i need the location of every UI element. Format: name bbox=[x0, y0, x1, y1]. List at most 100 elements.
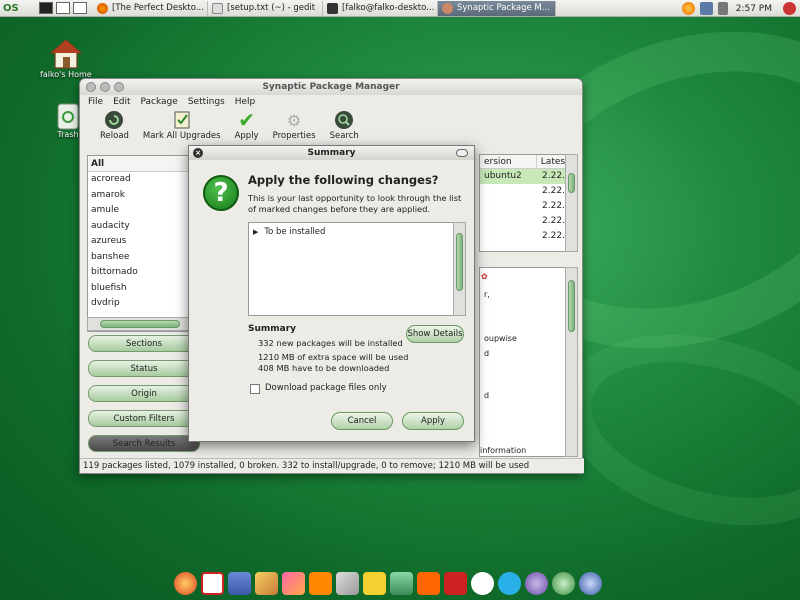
expand-arrow-icon[interactable]: ▶ bbox=[253, 228, 258, 236]
table-row[interactable]: 2.22.3 bbox=[480, 214, 576, 229]
gmail-icon[interactable] bbox=[201, 571, 224, 595]
apply-button[interactable]: Apply bbox=[402, 412, 464, 430]
taskbar-item-gedit[interactable]: [setup.txt (~) - gedit bbox=[208, 0, 323, 16]
tree-row-to-be-installed[interactable]: ▶ To be installed bbox=[253, 227, 325, 237]
bag-icon[interactable] bbox=[363, 571, 386, 595]
clock[interactable]: 2:57 PM bbox=[736, 4, 772, 14]
properties-button[interactable]: ⚙ Properties bbox=[273, 109, 316, 142]
firefox-icon[interactable] bbox=[174, 571, 197, 595]
power-icon[interactable] bbox=[783, 2, 796, 15]
chat-icon[interactable] bbox=[471, 571, 494, 595]
rss-icon[interactable] bbox=[309, 571, 332, 595]
version-cell: ubuntu2 bbox=[484, 171, 522, 181]
scroll-thumb[interactable] bbox=[568, 173, 575, 193]
summary-dialog: × Summary ? Apply the following changes?… bbox=[188, 145, 475, 442]
custom-filters-button[interactable]: Custom Filters bbox=[88, 410, 200, 427]
list-item[interactable]: audacity bbox=[88, 219, 199, 235]
description-text: oupwise bbox=[484, 334, 517, 343]
sections-button[interactable]: Sections bbox=[88, 335, 200, 352]
description-vertical-scrollbar[interactable] bbox=[565, 267, 578, 457]
list-item[interactable]: bluefish bbox=[88, 281, 199, 297]
youtube-icon[interactable] bbox=[444, 571, 467, 595]
changes-tree: ▶ To be installed bbox=[248, 222, 466, 316]
window-title: Synaptic Package Manager bbox=[262, 82, 400, 92]
horizontal-scrollbar[interactable] bbox=[87, 317, 200, 331]
show-desktop-icon[interactable] bbox=[56, 2, 70, 14]
list-item[interactable]: bittornado bbox=[88, 265, 199, 281]
blogger-icon[interactable] bbox=[417, 571, 440, 595]
scroll-thumb[interactable] bbox=[568, 280, 575, 332]
update-notifier-icon[interactable] bbox=[681, 2, 695, 15]
column-version[interactable]: ersion bbox=[480, 155, 537, 168]
paint-icon[interactable] bbox=[255, 571, 278, 595]
scroll-thumb[interactable] bbox=[100, 320, 180, 328]
cancel-button[interactable]: Cancel bbox=[331, 412, 393, 430]
list-item[interactable]: banshee bbox=[88, 250, 199, 266]
list-item[interactable]: amarok bbox=[88, 188, 199, 204]
list-item[interactable]: azureus bbox=[88, 234, 199, 250]
table-row[interactable]: 2.22.3 bbox=[480, 184, 576, 199]
photos-icon[interactable] bbox=[390, 571, 413, 595]
download-only-checkbox[interactable] bbox=[250, 384, 260, 394]
search-button[interactable]: Search bbox=[330, 109, 359, 141]
dialog-title: Summary bbox=[307, 148, 356, 158]
workspace-icon[interactable] bbox=[73, 2, 87, 14]
table-row[interactable]: 2.22.3 bbox=[480, 199, 576, 214]
checkmark-icon: ✔ bbox=[238, 108, 255, 132]
status-button[interactable]: Status bbox=[88, 360, 200, 377]
menu-edit[interactable]: Edit bbox=[113, 97, 130, 107]
close-icon[interactable] bbox=[86, 82, 96, 92]
apply-toolbar-button[interactable]: ✔ Apply bbox=[235, 108, 259, 141]
reload-icon bbox=[102, 109, 126, 131]
app-icon-purple[interactable] bbox=[525, 571, 548, 595]
table-vertical-scrollbar[interactable] bbox=[565, 154, 578, 252]
scroll-thumb[interactable] bbox=[456, 233, 463, 291]
version-cell bbox=[480, 184, 538, 199]
image-viewer-icon[interactable] bbox=[282, 571, 305, 595]
show-details-button[interactable]: Show Details bbox=[406, 325, 464, 343]
version-cell bbox=[480, 229, 538, 244]
menu-settings[interactable]: Settings bbox=[188, 97, 225, 107]
home-desktop-icon[interactable]: falko's Home bbox=[40, 38, 92, 79]
origin-button[interactable]: Origin bbox=[88, 385, 200, 402]
table-row[interactable]: 2.22.3 bbox=[480, 229, 576, 244]
app-icon-blue[interactable] bbox=[579, 571, 602, 595]
taskbar-item-terminal[interactable]: [falko@falko-deskto... bbox=[323, 0, 438, 16]
os-menu-button[interactable]: OS bbox=[0, 0, 36, 17]
mark-all-upgrades-button[interactable]: Mark All Upgrades bbox=[143, 109, 221, 141]
terminal-icon bbox=[327, 2, 338, 14]
calendar-icon[interactable] bbox=[228, 571, 251, 595]
terminal-launcher-icon[interactable] bbox=[39, 2, 53, 14]
trash-desktop-icon[interactable]: Trash bbox=[55, 100, 81, 139]
network-icon[interactable] bbox=[699, 2, 713, 15]
skype-icon[interactable] bbox=[498, 571, 521, 595]
menu-file[interactable]: File bbox=[88, 97, 103, 107]
minimize-icon[interactable] bbox=[100, 82, 110, 92]
maximize-icon[interactable] bbox=[456, 149, 468, 157]
search-results-button[interactable]: Search Results bbox=[88, 435, 200, 452]
maximize-icon[interactable] bbox=[114, 82, 124, 92]
list-item[interactable]: amule bbox=[88, 203, 199, 219]
taskbar-item-firefox[interactable]: [The Perfect Deskto... bbox=[93, 0, 208, 16]
trash-icon bbox=[57, 103, 79, 130]
list-item-all[interactable]: All bbox=[88, 156, 199, 172]
reload-button[interactable]: Reload bbox=[100, 109, 129, 141]
toolbar: Reload Mark All Upgrades ✔ Apply ⚙ Prope… bbox=[80, 108, 582, 145]
app-icon-green[interactable] bbox=[552, 571, 575, 595]
menu-package[interactable]: Package bbox=[141, 97, 178, 107]
list-item[interactable]: dvdrip bbox=[88, 296, 199, 312]
notes-icon[interactable] bbox=[336, 571, 359, 595]
table-row[interactable]: ubuntu2 2.22.2 bbox=[480, 169, 576, 184]
list-item[interactable]: acroread bbox=[88, 172, 199, 188]
question-icon: ? bbox=[203, 175, 239, 211]
tree-row-label: To be installed bbox=[264, 227, 326, 237]
volume-icon[interactable] bbox=[717, 2, 728, 15]
close-icon[interactable]: × bbox=[193, 148, 203, 158]
changes-scrollbar[interactable] bbox=[453, 222, 466, 316]
download-only-label[interactable]: Download package files only bbox=[265, 383, 387, 393]
dialog-titlebar[interactable]: × Summary bbox=[189, 146, 474, 160]
taskbar-item-synaptic[interactable]: Synaptic Package M... bbox=[438, 0, 556, 16]
window-titlebar[interactable]: Synaptic Package Manager bbox=[80, 79, 582, 95]
menu-help[interactable]: Help bbox=[235, 97, 256, 107]
description-text: information bbox=[480, 446, 527, 455]
